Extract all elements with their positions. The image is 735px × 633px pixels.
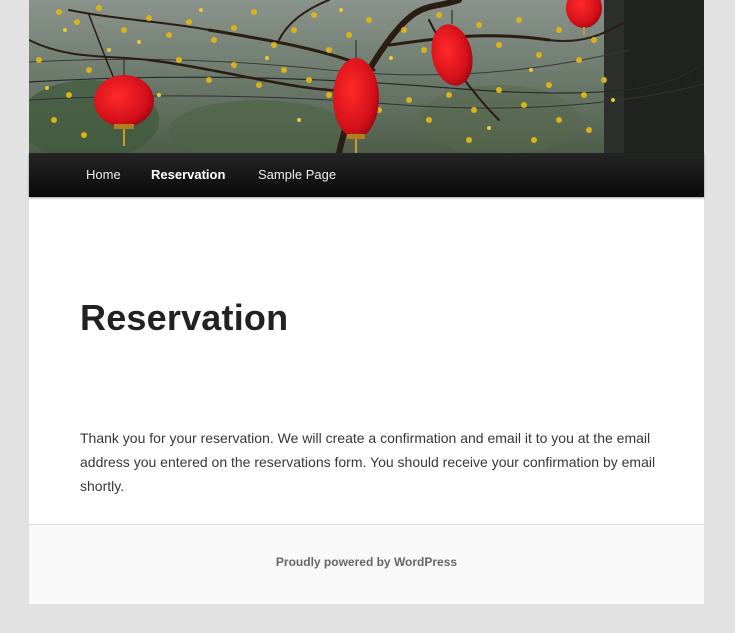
header-image[interactable] [29,0,704,153]
wordpress-credit-link[interactable]: Proudly powered by WordPress [29,555,704,569]
page-container: Home Reservation Sample Page Reservation… [29,0,704,604]
page-content: Thank you for your reservation. We will … [80,430,656,494]
nav-item-home[interactable]: Home [86,153,121,197]
nav-item-sample-page[interactable]: Sample Page [258,153,336,197]
header-lanterns-photo [29,0,704,153]
page-title: Reservation [80,297,289,338]
nav-item-reservation[interactable]: Reservation [151,153,225,197]
site-footer: Proudly powered by WordPress [29,524,704,604]
main-navigation: Home Reservation Sample Page [29,153,704,197]
